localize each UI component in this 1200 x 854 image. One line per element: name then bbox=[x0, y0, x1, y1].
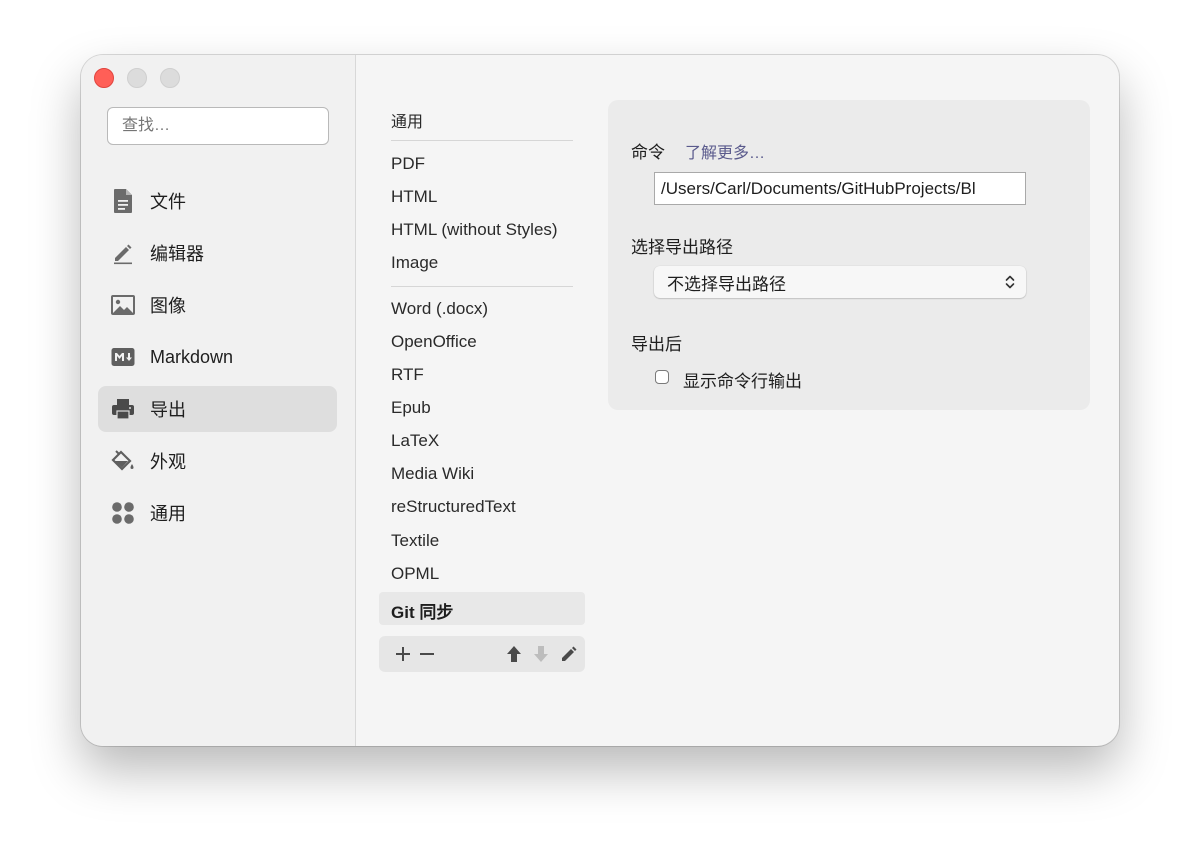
show-output-checkbox[interactable] bbox=[655, 370, 669, 384]
export-path-select[interactable]: 不选择导出路径 bbox=[654, 266, 1026, 298]
preferences-window: 文件 编辑器 图像 Markdown bbox=[81, 55, 1119, 746]
chevron-up-down-icon bbox=[1005, 275, 1015, 289]
command-label: 命令 bbox=[631, 143, 665, 162]
search-input[interactable] bbox=[107, 107, 329, 145]
format-item-git-sync-label: Git 同步 bbox=[391, 603, 454, 622]
format-item-media-wiki[interactable]: Media Wiki bbox=[391, 464, 474, 484]
sidebar-item-markdown[interactable]: Markdown bbox=[98, 334, 337, 380]
move-up-button[interactable] bbox=[502, 642, 526, 666]
sidebar-item-label: 文件 bbox=[150, 192, 186, 212]
paint-bucket-icon bbox=[110, 448, 136, 474]
sidebar-item-label: 导出 bbox=[150, 400, 186, 420]
sidebar: 文件 编辑器 图像 Markdown bbox=[81, 55, 356, 746]
format-group-header: 通用 bbox=[391, 114, 424, 131]
format-item-openoffice[interactable]: OpenOffice bbox=[391, 332, 477, 352]
sidebar-item-file[interactable]: 文件 bbox=[98, 178, 337, 224]
show-output-label[interactable]: 显示命令行输出 bbox=[683, 367, 802, 392]
pencil-icon bbox=[110, 240, 136, 266]
sidebar-item-label: 通用 bbox=[150, 504, 186, 524]
sidebar-item-label: 图像 bbox=[150, 296, 186, 316]
format-item-image[interactable]: Image bbox=[391, 253, 438, 273]
document-icon bbox=[110, 188, 136, 214]
arrow-up-icon bbox=[507, 646, 521, 662]
command-field[interactable] bbox=[654, 172, 1026, 205]
sidebar-item-export[interactable]: 导出 bbox=[98, 386, 337, 432]
format-item-html-without-styles[interactable]: HTML (without Styles) bbox=[391, 220, 558, 240]
zoom-window-button[interactable] bbox=[160, 68, 180, 88]
format-item-opml[interactable]: OPML bbox=[391, 564, 439, 584]
format-item-epub[interactable]: Epub bbox=[391, 398, 431, 418]
format-item-textile[interactable]: Textile bbox=[391, 531, 439, 551]
format-item-html[interactable]: HTML bbox=[391, 187, 437, 207]
learn-more-link[interactable]: 了解更多… bbox=[685, 139, 765, 163]
export-settings-panel: 命令 了解更多… 选择导出路径 不选择导出路径 导出后 显示命令行输出 bbox=[608, 100, 1090, 410]
add-format-button[interactable] bbox=[391, 642, 415, 666]
window-controls bbox=[94, 68, 180, 88]
minus-icon bbox=[420, 653, 434, 655]
export-path-select-value: 不选择导出路径 bbox=[667, 274, 786, 294]
minimize-window-button[interactable] bbox=[127, 68, 147, 88]
sidebar-item-image[interactable]: 图像 bbox=[98, 282, 337, 328]
printer-icon bbox=[110, 396, 136, 422]
sidebar-item-label: 外观 bbox=[150, 452, 186, 472]
format-item-rtf[interactable]: RTF bbox=[391, 365, 424, 385]
sidebar-item-general[interactable]: 通用 bbox=[98, 490, 337, 536]
markdown-icon bbox=[110, 344, 136, 370]
close-window-button[interactable] bbox=[94, 68, 114, 88]
format-item-latex[interactable]: LaTeX bbox=[391, 431, 439, 451]
sidebar-item-appearance[interactable]: 外观 bbox=[98, 438, 337, 484]
pencil-icon bbox=[562, 646, 577, 661]
remove-format-button[interactable] bbox=[415, 642, 439, 666]
format-list-toolbar bbox=[379, 636, 585, 672]
export-path-label: 选择导出路径 bbox=[631, 238, 733, 257]
sidebar-item-label: Markdown bbox=[150, 346, 234, 367]
divider bbox=[391, 286, 573, 287]
arrow-down-icon bbox=[534, 646, 548, 662]
image-icon bbox=[110, 292, 136, 318]
format-item-pdf[interactable]: PDF bbox=[391, 154, 425, 174]
edit-format-button[interactable] bbox=[557, 642, 581, 666]
format-item-restructuredtext[interactable]: reStructuredText bbox=[391, 497, 516, 517]
sidebar-nav: 文件 编辑器 图像 Markdown 导出 外观 通用 bbox=[98, 178, 337, 542]
plus-icon bbox=[396, 647, 410, 661]
divider bbox=[391, 140, 573, 141]
grid-dots-icon bbox=[110, 500, 136, 526]
move-down-button[interactable] bbox=[529, 642, 553, 666]
after-export-label: 导出后 bbox=[631, 335, 682, 354]
sidebar-item-editor[interactable]: 编辑器 bbox=[98, 230, 337, 276]
format-item-word[interactable]: Word (.docx) bbox=[391, 299, 488, 319]
sidebar-item-label: 编辑器 bbox=[150, 244, 204, 264]
